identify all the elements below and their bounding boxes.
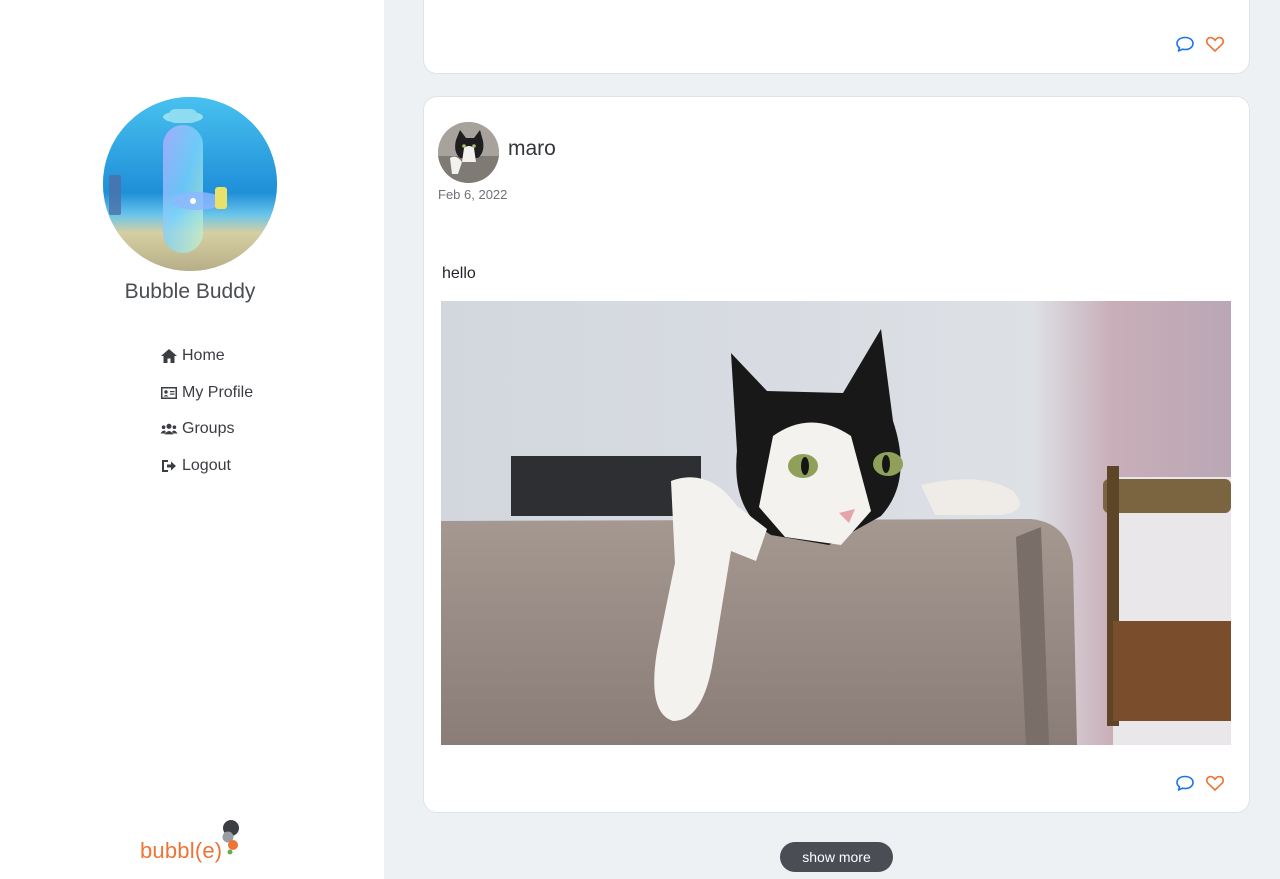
post-card (423, 0, 1250, 74)
nav-item-label: Groups (182, 420, 235, 438)
logo-bubbles-icon (222, 820, 239, 855)
main-nav: Home My Profile Groups Logout (159, 345, 253, 491)
app-logo[interactable]: bubbl(e) (140, 818, 250, 868)
post-text: hello (442, 265, 476, 282)
logout-icon (159, 458, 179, 474)
nav-item-groups[interactable]: Groups (159, 418, 253, 440)
post-author-avatar-image (438, 122, 499, 183)
nav-item-my-profile[interactable]: My Profile (159, 382, 253, 404)
post-image[interactable] (441, 301, 1231, 745)
sidebar: Bubble Buddy Home My Profile Groups Logo… (0, 0, 384, 879)
comment-icon[interactable] (1175, 774, 1195, 792)
profile-name: Bubble Buddy (124, 280, 256, 303)
profile-avatar-image (103, 97, 277, 271)
home-icon (159, 348, 179, 364)
post-actions (1175, 35, 1225, 53)
profile-avatar[interactable] (103, 97, 277, 271)
post-image-cat (441, 301, 1231, 745)
post-date: Feb 6, 2022 (438, 187, 508, 202)
logo-text: bubbl(e) (140, 838, 223, 863)
nav-item-label: Home (182, 347, 225, 364)
nav-item-label: My Profile (182, 383, 254, 401)
nav-item-home[interactable]: Home (159, 345, 253, 367)
post-author-name[interactable]: maro (508, 137, 556, 161)
heart-icon[interactable] (1205, 774, 1225, 792)
users-icon (159, 421, 179, 437)
post-author-avatar[interactable] (438, 122, 499, 183)
id-card-icon (159, 385, 179, 401)
show-more-button[interactable]: show more (780, 842, 893, 872)
nav-item-label: Logout (182, 456, 231, 474)
nav-item-logout[interactable]: Logout (159, 455, 253, 477)
comment-icon[interactable] (1175, 35, 1195, 53)
heart-icon[interactable] (1205, 35, 1225, 53)
post-card: maro Feb 6, 2022 hello (423, 96, 1250, 813)
post-actions (1175, 774, 1225, 792)
